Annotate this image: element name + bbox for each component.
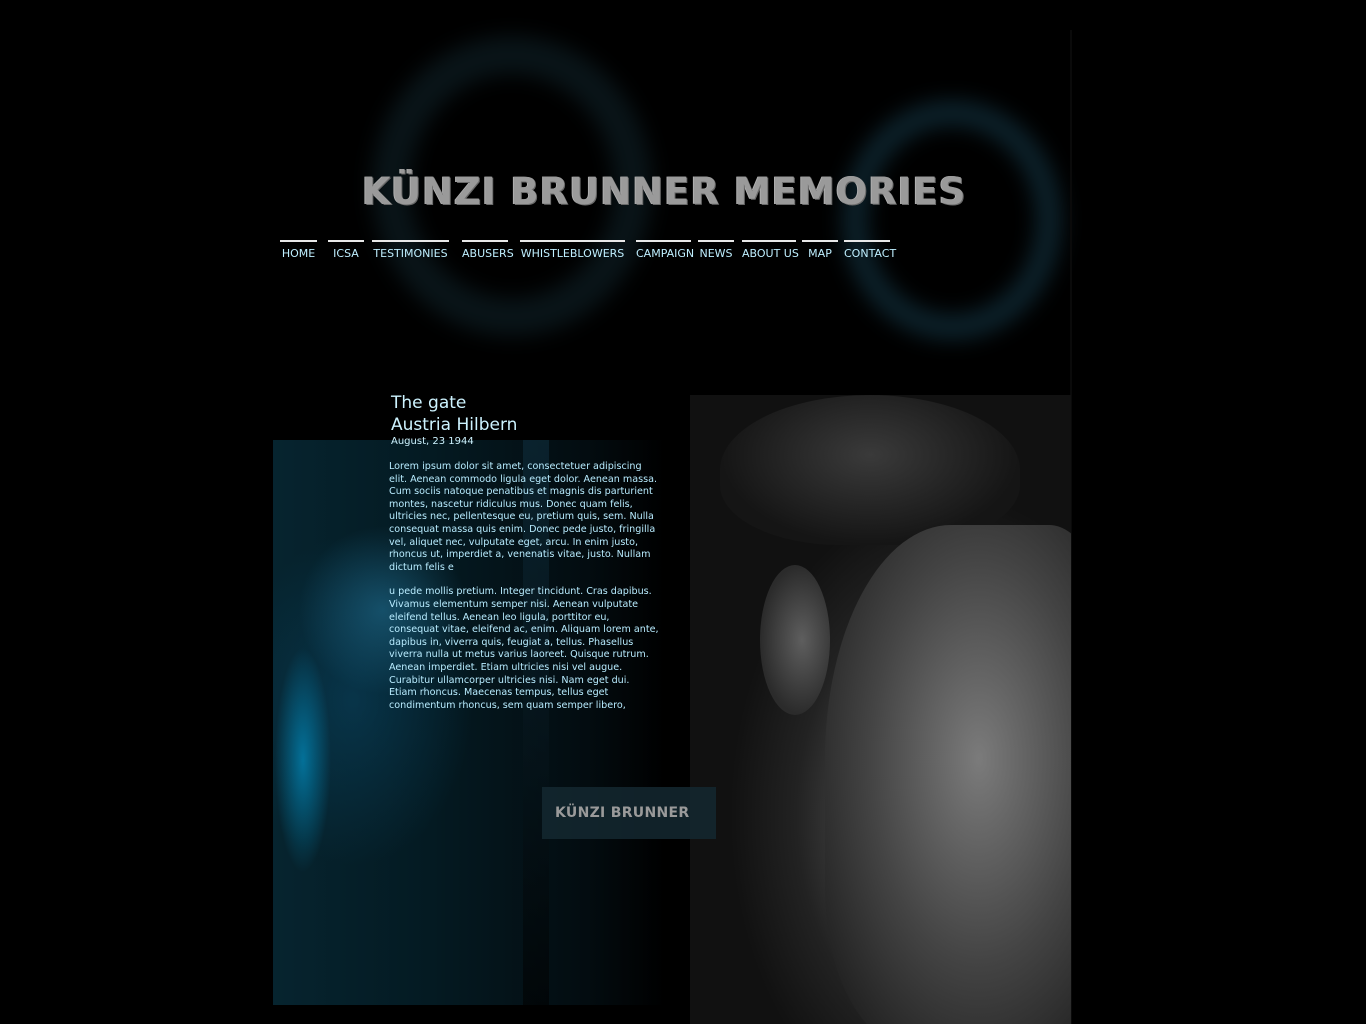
article-title-line1: The gate xyxy=(391,393,467,413)
nav-whistleblowers[interactable]: WHISTLEBLOWERS xyxy=(520,240,625,264)
nav-home[interactable]: HOME xyxy=(280,240,317,264)
ear-shape xyxy=(760,565,830,715)
site-title: KÜNZI BRUNNER MEMORIES xyxy=(362,170,967,213)
article: The gate Austria Hilbern August, 23 1944… xyxy=(389,392,659,724)
nav-map[interactable]: MAP xyxy=(802,240,838,264)
nav-about-us[interactable]: ABOUT US xyxy=(742,240,799,264)
face-shape xyxy=(825,525,1071,1024)
nav-icsa[interactable]: ICSA xyxy=(328,240,364,264)
nav-campaign[interactable]: CAMPAIGN xyxy=(636,240,694,264)
nav-news[interactable]: NEWS xyxy=(698,240,734,264)
article-date: August, 23 1944 xyxy=(391,436,474,447)
nav-contact[interactable]: CONTACT xyxy=(844,240,896,264)
nav-testimonies[interactable]: TESTIMONIES xyxy=(372,240,449,264)
article-paragraph-1: Lorem ipsum dolor sit amet, consectetuer… xyxy=(389,461,657,573)
nav-abusers[interactable]: ABUSERS xyxy=(462,240,514,264)
background-ring-decoration xyxy=(842,100,1062,340)
cap-shape xyxy=(720,395,1020,545)
article-paragraph-2: u pede mollis pretium. Integer tincidunt… xyxy=(389,586,659,711)
signature-label: KÜNZI BRUNNER xyxy=(542,787,716,839)
article-title-line2: Austria Hilbern xyxy=(391,415,518,435)
portrait-photo xyxy=(690,395,1071,1024)
